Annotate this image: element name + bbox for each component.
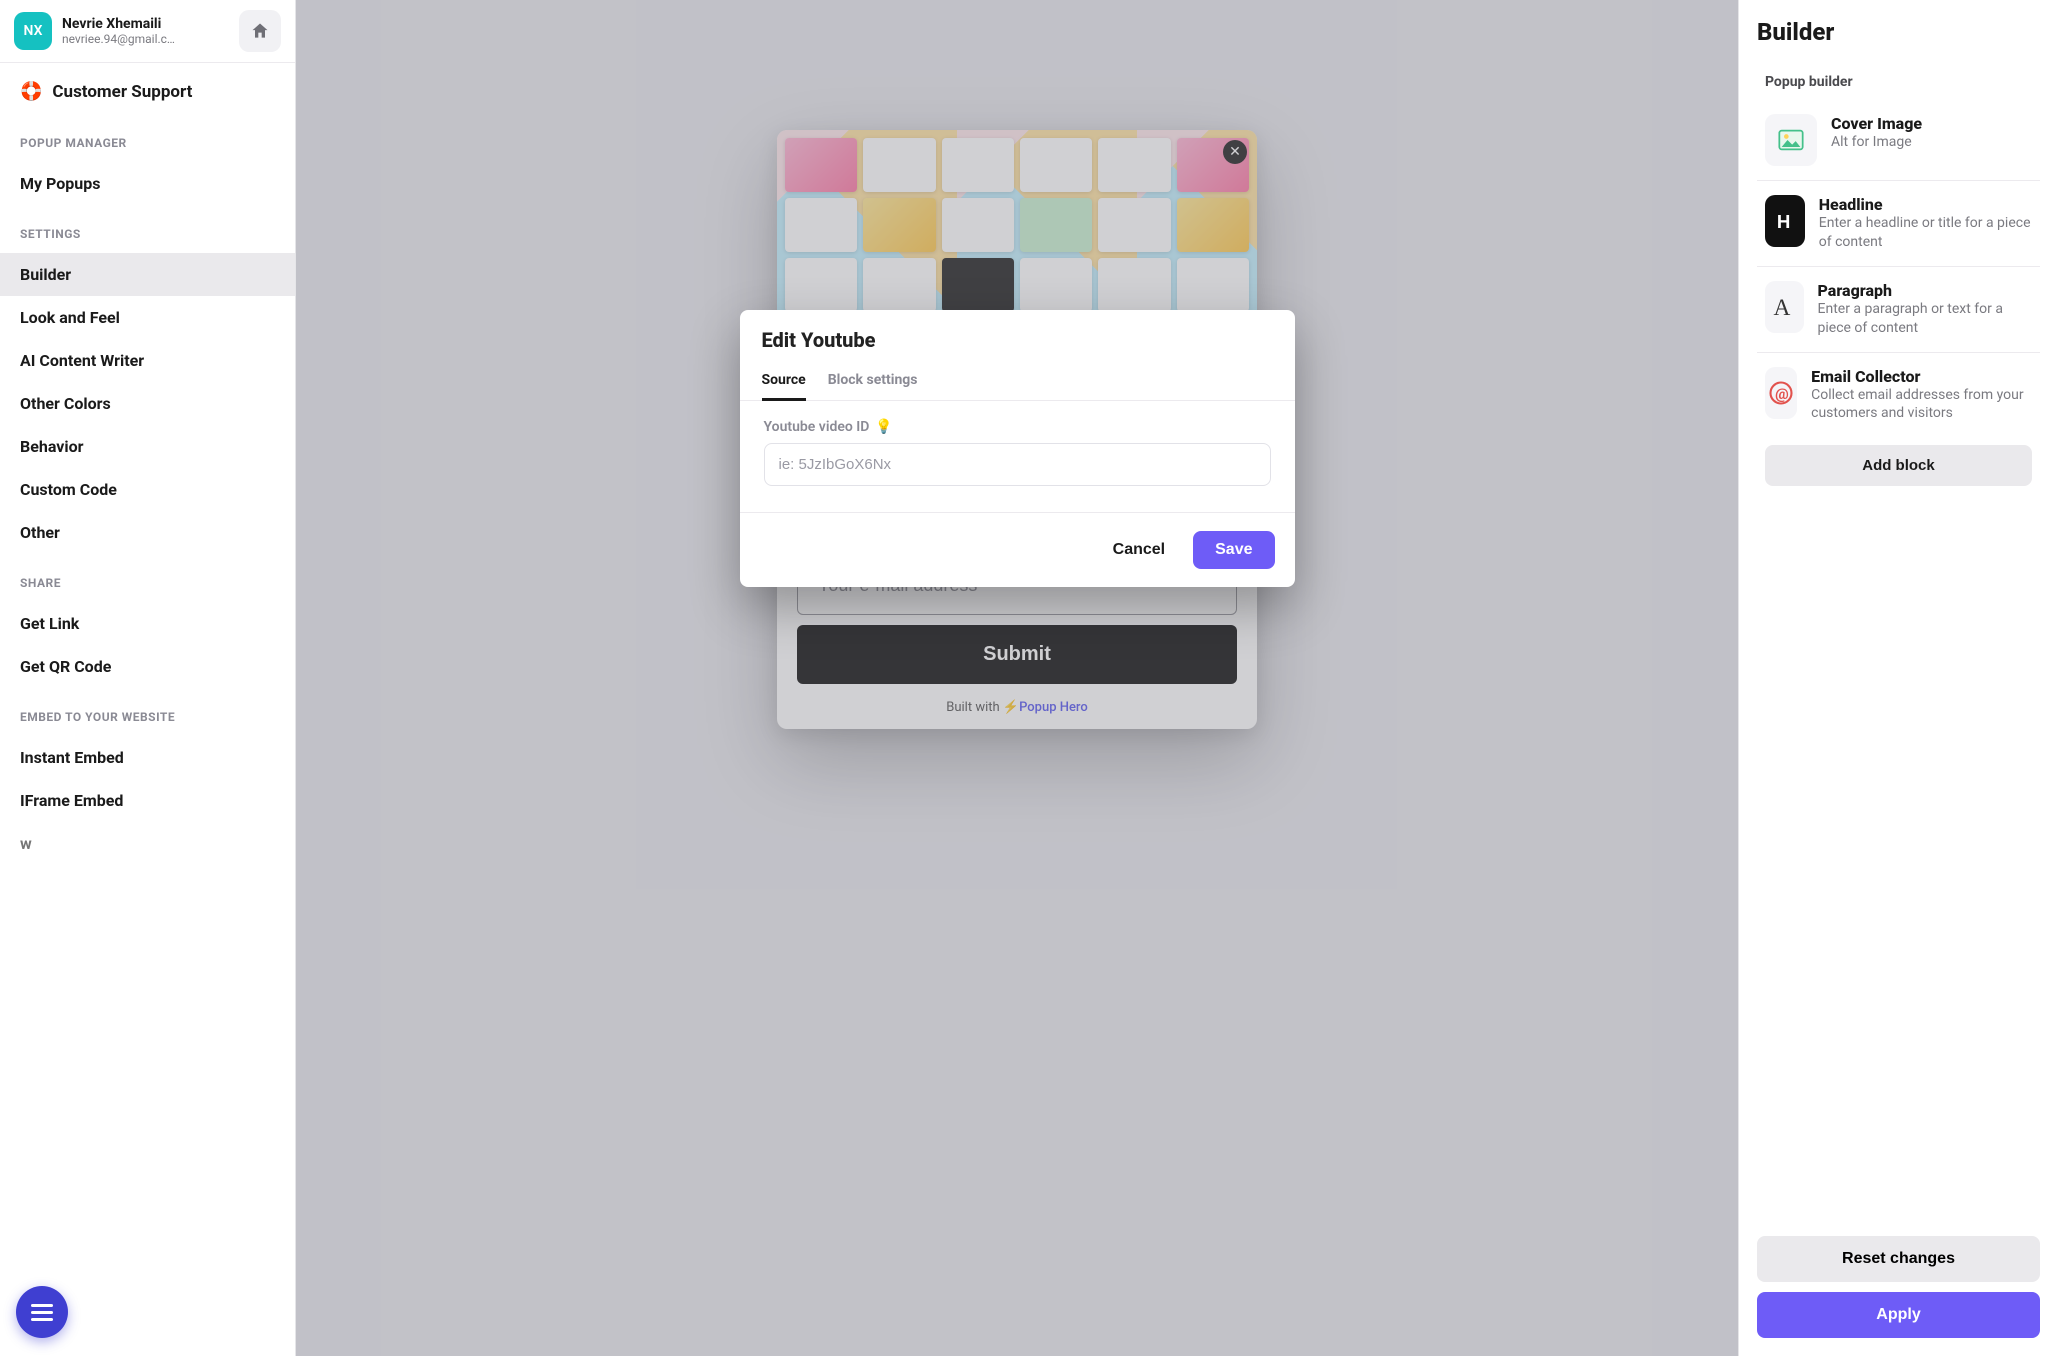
modal-body: Youtube video ID 💡 [740, 401, 1295, 512]
svg-text:H: H [1777, 211, 1790, 232]
sidebar-item-support[interactable]: 🛟 Customer Support [0, 63, 295, 114]
block-email-collector[interactable]: @ Email Collector Collect email addresse… [1757, 353, 2040, 438]
sidebar-header: NX Nevrie Xhemaili nevriee.94@gmail.c… [0, 0, 295, 63]
support-label: Customer Support [52, 82, 192, 102]
avatar[interactable]: NX [14, 12, 52, 50]
block-desc: Collect email addresses from your custom… [1811, 386, 2032, 424]
user-email: nevriee.94@gmail.c… [62, 32, 229, 46]
reset-changes-button[interactable]: Reset changes [1757, 1236, 2040, 1282]
edit-youtube-modal: Edit Youtube Source Block settings Youtu… [740, 310, 1295, 587]
block-name: Cover Image [1831, 114, 1922, 133]
sidebar-item-get-qr[interactable]: Get QR Code [0, 645, 295, 688]
sidebar-item-other[interactable]: Other [0, 511, 295, 554]
sidebar-scroll[interactable]: 🛟 Customer Support POPUP MANAGER My Popu… [0, 63, 295, 1356]
section-embed: EMBED TO YOUR WEBSITE [0, 688, 295, 736]
sidebar-item-custom-code[interactable]: Custom Code [0, 468, 295, 511]
tab-block-settings[interactable]: Block settings [828, 364, 918, 400]
sidebar-item-truncated[interactable]: w [0, 822, 295, 865]
hamburger-icon [31, 1304, 53, 1321]
add-block-button[interactable]: Add block [1765, 445, 2032, 486]
email-icon: @ [1765, 367, 1797, 419]
sidebar-item-other-colors[interactable]: Other Colors [0, 382, 295, 425]
sidebar-item-ai-writer[interactable]: AI Content Writer [0, 339, 295, 382]
section-share: SHARE [0, 554, 295, 602]
modal-footer: Cancel Save [740, 512, 1295, 587]
youtube-id-input[interactable] [764, 443, 1271, 486]
tab-source[interactable]: Source [762, 364, 806, 401]
user-info: Nevrie Xhemaili nevriee.94@gmail.c… [62, 16, 229, 46]
block-desc: Enter a paragraph or text for a piece of… [1818, 300, 2032, 338]
block-paragraph[interactable]: A Paragraph Enter a paragraph or text fo… [1757, 267, 2040, 353]
modal-tabs: Source Block settings [740, 364, 1295, 401]
sidebar-item-get-link[interactable]: Get Link [0, 602, 295, 645]
fab-menu-button[interactable] [16, 1286, 68, 1338]
sidebar-item-iframe-embed[interactable]: IFrame Embed [0, 779, 295, 822]
block-headline[interactable]: H Headline Enter a headline or title for… [1757, 181, 2040, 267]
svg-text:@: @ [1775, 384, 1789, 402]
sidebar-item-behavior[interactable]: Behavior [0, 425, 295, 468]
lifesaver-icon: 🛟 [20, 81, 42, 102]
sidebar-item-look-and-feel[interactable]: Look and Feel [0, 296, 295, 339]
panel-subtitle: Popup builder [1765, 74, 2040, 90]
svg-text:A: A [1774, 295, 1791, 321]
block-list: Cover Image Alt for Image H Headline Ent… [1757, 100, 2040, 437]
panel-footer: Reset changes Apply [1757, 1216, 2040, 1338]
headline-icon: H [1765, 195, 1805, 247]
image-icon [1765, 114, 1817, 166]
section-popup-manager: POPUP MANAGER [0, 114, 295, 162]
section-settings: SETTINGS [0, 205, 295, 253]
modal-title: Edit Youtube [740, 310, 1295, 364]
home-icon [250, 21, 270, 41]
sidebar-item-builder[interactable]: Builder [0, 253, 295, 296]
home-button[interactable] [239, 10, 281, 52]
block-name: Headline [1819, 195, 2032, 214]
bulb-icon[interactable]: 💡 [875, 419, 892, 435]
app-root: NX Nevrie Xhemaili nevriee.94@gmail.c… 🛟… [0, 0, 2058, 1356]
block-desc: Enter a headline or title for a piece of… [1819, 214, 2032, 252]
sidebar: NX Nevrie Xhemaili nevriee.94@gmail.c… 🛟… [0, 0, 296, 1356]
block-name: Paragraph [1818, 281, 2032, 300]
sidebar-item-instant-embed[interactable]: Instant Embed [0, 736, 295, 779]
canvas: ✕ Submit Built with ⚡Popup Hero Edit You… [296, 0, 1738, 1356]
paragraph-icon: A [1765, 281, 1804, 333]
panel-title: Builder [1757, 18, 2040, 46]
modal-backdrop[interactable]: Edit Youtube Source Block settings Youtu… [296, 0, 1738, 1356]
right-panel: Builder Popup builder Cover Image Alt fo… [1738, 0, 2058, 1356]
cancel-button[interactable]: Cancel [1103, 533, 1175, 567]
youtube-id-label: Youtube video ID 💡 [764, 419, 1271, 435]
apply-button[interactable]: Apply [1757, 1292, 2040, 1338]
block-name: Email Collector [1811, 367, 2032, 386]
block-desc: Alt for Image [1831, 133, 1922, 152]
block-cover-image[interactable]: Cover Image Alt for Image [1757, 100, 2040, 181]
save-button[interactable]: Save [1193, 531, 1274, 569]
user-name: Nevrie Xhemaili [62, 16, 229, 32]
sidebar-item-my-popups[interactable]: My Popups [0, 162, 295, 205]
